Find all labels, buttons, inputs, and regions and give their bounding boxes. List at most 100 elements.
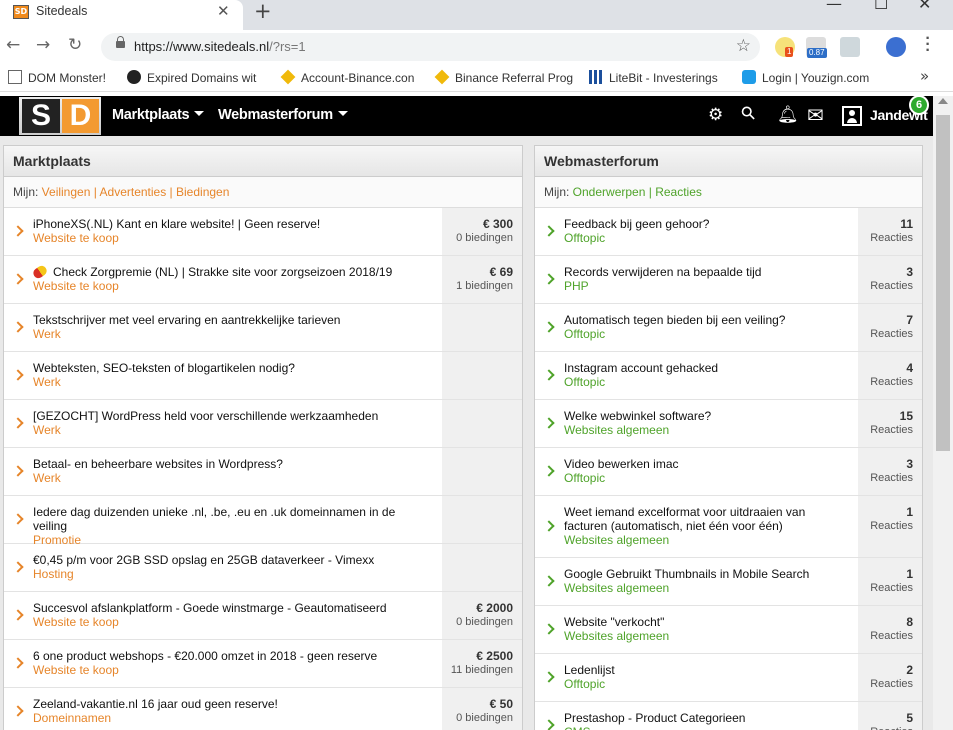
item-title[interactable]: Prestashop - Product Categorieen bbox=[564, 711, 850, 725]
item-category[interactable]: Offtopic bbox=[564, 231, 850, 245]
link-advertenties[interactable]: Advertenties bbox=[100, 185, 167, 199]
item-category[interactable]: Offtopic bbox=[564, 327, 850, 341]
list-item[interactable]: Tekstschrijver met veel ervaring en aant… bbox=[4, 304, 522, 352]
list-item[interactable]: Check Zorgpremie (NL) | Strakke site voo… bbox=[4, 256, 522, 304]
list-item[interactable]: Website "verkocht" Websites algemeen 8 Reac… bbox=[535, 606, 922, 654]
gear-icon[interactable]: ⚙ bbox=[708, 105, 723, 125]
item-category[interactable]: Websites algemeen bbox=[564, 423, 850, 437]
item-title[interactable]: Feedback bij geen gehoor? bbox=[564, 217, 850, 231]
browser-menu-icon[interactable]: · · · bbox=[924, 31, 932, 59]
item-category[interactable]: Offtopic bbox=[564, 375, 850, 389]
reload-icon[interactable]: ↻ bbox=[68, 35, 82, 55]
item-category[interactable]: PHP bbox=[564, 279, 850, 293]
list-item[interactable]: Succesvol afslankplatform - Goede winstm… bbox=[4, 592, 522, 640]
notification-badge[interactable]: 6 bbox=[909, 95, 929, 115]
item-title[interactable]: [GEZOCHT] WordPress held voor verschille… bbox=[33, 409, 432, 423]
minimize-icon[interactable]: — bbox=[826, 0, 842, 13]
item-category[interactable]: Websites algemeen bbox=[564, 581, 850, 595]
bookmark-item[interactable]: Login | Youzign.com bbox=[742, 70, 869, 85]
mail-icon[interactable]: ✉ bbox=[807, 103, 824, 127]
item-title[interactable]: Webteksten, SEO-teksten of blogartikelen… bbox=[33, 361, 432, 375]
item-category[interactable]: Websites algemeen bbox=[564, 629, 850, 643]
item-title[interactable]: Instagram account gehacked bbox=[564, 361, 850, 375]
item-category[interactable]: Offtopic bbox=[564, 677, 850, 691]
url-text[interactable]: https://www.sitedeals.nl/?rs=1 bbox=[134, 39, 306, 54]
browser-tab[interactable]: SD Sitedeals ✕ bbox=[0, 0, 243, 30]
list-item[interactable]: Records verwijderen na bepaalde tijd PHP 3… bbox=[535, 256, 922, 304]
maximize-icon[interactable]: ☐ bbox=[874, 0, 888, 13]
item-category[interactable]: Website te koop bbox=[33, 279, 432, 293]
item-category[interactable]: Offtopic bbox=[564, 471, 850, 485]
search-icon[interactable]: ⚲ bbox=[737, 101, 761, 125]
address-bar[interactable]: https://www.sitedeals.nl/?rs=1 ☆ bbox=[101, 33, 760, 61]
list-item[interactable]: Prestashop - Product CategorieenCMS 5Reac… bbox=[535, 702, 922, 730]
list-item[interactable]: Google Gebruikt Thumbnails in Mobile Sea… bbox=[535, 558, 922, 606]
link-reacties[interactable]: Reacties bbox=[655, 185, 702, 199]
bookmarks-overflow-icon[interactable]: » bbox=[920, 67, 929, 85]
window-close-icon[interactable]: ✕ bbox=[918, 0, 931, 13]
item-category[interactable]: Werk bbox=[33, 327, 432, 341]
item-title[interactable]: Automatisch tegen bieden bij een veiling… bbox=[564, 313, 850, 327]
list-item[interactable]: Video bewerken imac Offtopic 3 Reacties bbox=[535, 448, 922, 496]
list-item[interactable]: Webteksten, SEO-teksten of blogartikelen… bbox=[4, 352, 522, 400]
item-title[interactable]: €0,45 p/m voor 2GB SSD opslag en 25GB da… bbox=[33, 553, 432, 567]
item-category[interactable]: Website te koop bbox=[33, 231, 432, 245]
item-title[interactable]: Records verwijderen na bepaalde tijd bbox=[564, 265, 850, 279]
bookmark-star-icon[interactable]: ☆ bbox=[736, 36, 751, 56]
bookmark-item[interactable]: Account-Binance.con bbox=[280, 69, 414, 85]
scroll-up-icon[interactable] bbox=[938, 98, 948, 104]
item-title[interactable]: Zeeland-vakantie.nl 16 jaar oud geen res… bbox=[33, 697, 432, 711]
back-icon[interactable]: ← bbox=[6, 35, 20, 55]
bookmark-item[interactable]: Binance Referral Prog bbox=[434, 69, 573, 85]
item-title[interactable]: Weet iemand excelformat voor uitdraaien … bbox=[564, 505, 850, 533]
extension-cast-icon[interactable] bbox=[840, 37, 860, 57]
bookmark-item[interactable]: LiteBit - Investerings bbox=[589, 70, 718, 85]
item-title[interactable]: Succesvol afslankplatform - Goede winstm… bbox=[33, 601, 432, 615]
scrollbar-thumb[interactable] bbox=[936, 115, 950, 451]
link-veilingen[interactable]: Veilingen bbox=[42, 185, 91, 199]
item-category[interactable]: CMS bbox=[564, 725, 850, 730]
list-item[interactable]: Automatisch tegen bieden bij een veiling… bbox=[535, 304, 922, 352]
bell-icon[interactable]: 🔔︎ bbox=[777, 105, 799, 125]
new-tab-icon[interactable]: + bbox=[254, 0, 272, 23]
list-item[interactable]: Betaal- en beheerbare websites in Wordpr… bbox=[4, 448, 522, 496]
list-item[interactable]: Weet iemand excelformat voor uitdraaien … bbox=[535, 496, 922, 558]
list-item[interactable]: [GEZOCHT] WordPress held voor verschille… bbox=[4, 400, 522, 448]
nav-marktplaats[interactable]: Marktplaats bbox=[112, 107, 205, 123]
item-category[interactable]: Website te koop bbox=[33, 663, 432, 677]
item-title[interactable]: Iedere dag duizenden unieke .nl, .be, .e… bbox=[33, 505, 432, 533]
item-category[interactable]: Domeinnamen bbox=[33, 711, 432, 725]
user-icon[interactable] bbox=[842, 106, 862, 126]
list-item[interactable]: Instagram account gehacked Offtopic 4 React… bbox=[535, 352, 922, 400]
extension-speed-icon[interactable]: 0.87 bbox=[806, 37, 827, 58]
item-title[interactable]: 6 one product webshops - €20.000 omzet i… bbox=[33, 649, 432, 663]
item-title[interactable]: Betaal- en beheerbare websites in Wordpr… bbox=[33, 457, 432, 471]
list-item[interactable]: Feedback bij geen gehoor? Offtopic 11 React… bbox=[535, 208, 922, 256]
item-title[interactable]: Check Zorgpremie (NL) | Strakke site voo… bbox=[31, 263, 432, 281]
item-title[interactable]: Ledenlijst bbox=[564, 663, 850, 677]
item-title[interactable]: iPhoneXS(.NL) Kant en klare website! | G… bbox=[33, 217, 432, 231]
list-item[interactable]: Ledenlijst Offtopic 2 Reacties bbox=[535, 654, 922, 702]
item-category[interactable]: Werk bbox=[33, 423, 432, 437]
item-title[interactable]: Video bewerken imac bbox=[564, 457, 850, 471]
tab-close-icon[interactable]: ✕ bbox=[217, 2, 230, 20]
list-item[interactable]: €0,45 p/m voor 2GB SSD opslag en 25GB da… bbox=[4, 544, 522, 592]
link-onderwerpen[interactable]: Onderwerpen bbox=[573, 185, 646, 199]
item-category[interactable]: Websites algemeen bbox=[564, 533, 850, 547]
extension-bulb-icon[interactable]: 1 bbox=[775, 37, 795, 57]
item-title[interactable]: Website "verkocht" bbox=[564, 615, 850, 629]
list-item[interactable]: 6 one product webshops - €20.000 omzet i… bbox=[4, 640, 522, 688]
item-category[interactable]: Werk bbox=[33, 471, 432, 485]
page-scrollbar[interactable] bbox=[933, 96, 953, 730]
item-category[interactable]: Werk bbox=[33, 375, 432, 389]
item-title[interactable]: Google Gebruikt Thumbnails in Mobile Sea… bbox=[564, 567, 850, 581]
bookmark-item[interactable]: DOM Monster! bbox=[8, 70, 106, 85]
list-item[interactable]: Zeeland-vakantie.nl 16 jaar oud geen res… bbox=[4, 688, 522, 730]
item-category[interactable]: Hosting bbox=[33, 567, 432, 581]
item-category[interactable]: Website te koop bbox=[33, 615, 432, 629]
item-title[interactable]: Tekstschrijver met veel ervaring en aant… bbox=[33, 313, 432, 327]
item-title[interactable]: Welke webwinkel software? bbox=[564, 409, 850, 423]
list-item[interactable]: iPhoneXS(.NL) Kant en klare website! | G… bbox=[4, 208, 522, 256]
extension-profile-icon[interactable] bbox=[886, 37, 906, 57]
nav-webmasterforum[interactable]: Webmasterforum bbox=[218, 107, 348, 123]
